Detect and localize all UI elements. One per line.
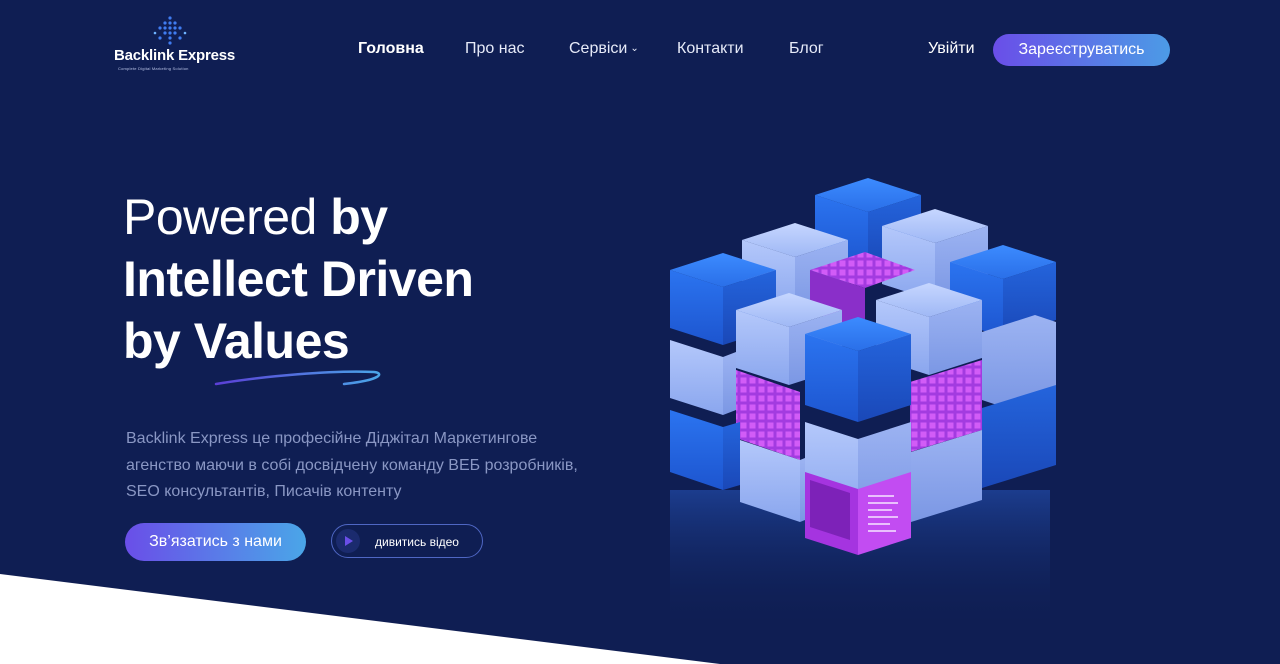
brand-name: Backlink Express [114, 47, 236, 64]
hero-line3-regular: by [123, 313, 194, 369]
hero-description: Backlink Express це професійне Діджітал … [126, 430, 578, 500]
brand-tagline: Complete Digital Marketing Solution [118, 66, 189, 71]
contact-us-button[interactable]: Зв’язатись з нами [125, 523, 306, 561]
brand-logo[interactable]: Backlink Express Complete Digital Market… [114, 16, 244, 72]
hero-line3-bold: Values [193, 313, 350, 369]
underline-swoosh [214, 370, 381, 386]
watch-video-label: дивитись відео [375, 535, 459, 549]
nav-item-home[interactable]: Головна [358, 40, 424, 58]
play-icon [336, 529, 360, 553]
watch-video-button[interactable]: дивитись відео [331, 524, 483, 558]
login-link[interactable]: Увійти [928, 40, 975, 58]
hero-line1-bold: by [330, 189, 388, 245]
chevron-down-icon: ⌄ [630, 43, 639, 54]
bottom-wedge [0, 574, 720, 664]
hero-line2-bold: Intellect Driven [123, 251, 474, 307]
nav-item-about[interactable]: Про нас [465, 40, 524, 58]
dot-grid-logo-icon [153, 16, 187, 45]
hero-title: Powered by Intellect Driven by Values [123, 186, 474, 372]
nav-item-services[interactable]: Сервіси ⌄ [569, 40, 639, 58]
cube-front-center [805, 317, 911, 422]
signup-button[interactable]: Зареєструватись [993, 34, 1170, 66]
nav-item-blog[interactable]: Блог [789, 40, 824, 58]
landing-page: Backlink Express Complete Digital Market… [0, 0, 1280, 664]
nav-item-contacts[interactable]: Контакти [677, 40, 744, 58]
nav-item-services-label: Сервіси [569, 40, 628, 57]
hero-line1-regular: Powered [123, 189, 331, 245]
